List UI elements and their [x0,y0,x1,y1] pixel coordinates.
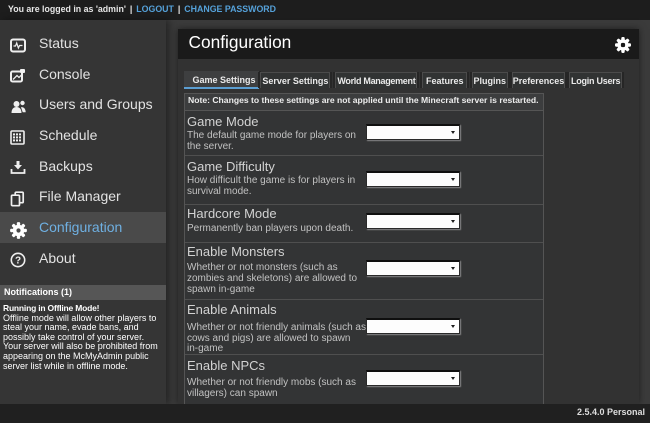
svg-text:?: ? [15,256,21,267]
